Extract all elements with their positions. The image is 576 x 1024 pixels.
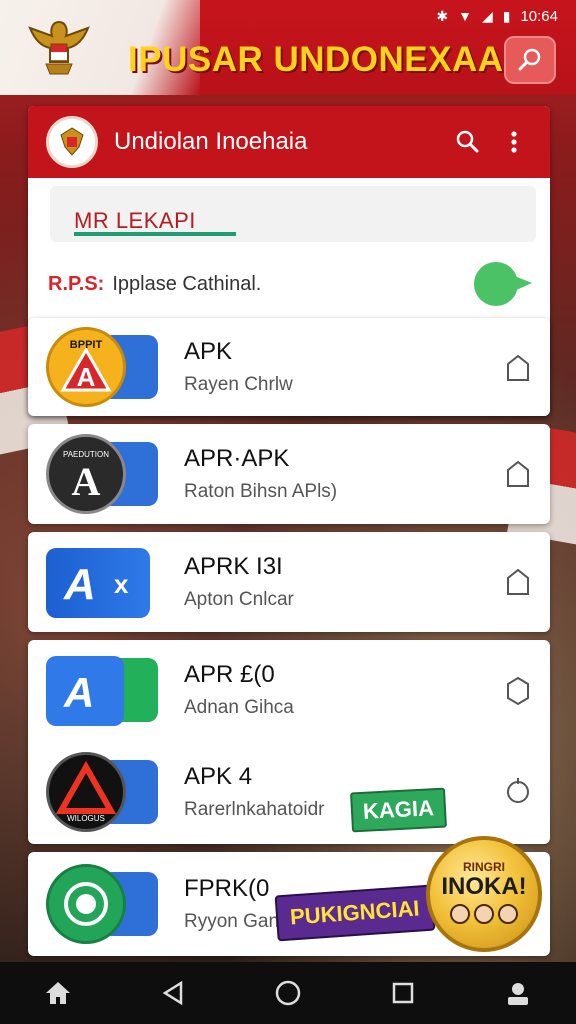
search-value: MR LEKAPI: [74, 208, 196, 233]
header-search-button[interactable]: [450, 124, 486, 160]
list-item-subtitle: Raton Bihsn APls): [184, 481, 338, 502]
app-icon: A BPPIT: [46, 327, 164, 407]
list-item[interactable]: A APR £(0 Adnan Gihca: [28, 640, 550, 740]
garuda-emblem-icon: [22, 16, 96, 82]
list-item-subtitle: Apton Cnlcar: [184, 589, 294, 610]
circle-icon: [275, 980, 301, 1006]
list-item[interactable]: A BPPIT APK Rayen Chrlw: [28, 318, 550, 416]
hint-prefix: R.P.S:: [48, 272, 105, 295]
share-button[interactable]: [504, 352, 536, 388]
svg-text:A: A: [72, 459, 101, 504]
system-nav-bar: [0, 962, 576, 1024]
list-group: A APR £(0 Adnan Gihca WILOGUS APK 4 Rare…: [28, 640, 550, 844]
letter-a-icon: WILOGUS: [55, 760, 117, 823]
list-item-subtitle: Rayen Chrlw: [184, 374, 293, 395]
search-icon: [456, 130, 479, 153]
top-banner: IPUSAR UNDONEXAA ✱ ▼ ◢ ▮ 10:64: [0, 0, 576, 95]
more-vertical-icon: [511, 131, 517, 153]
list-item-title: APR·APK: [184, 445, 290, 472]
share-icon: [507, 460, 529, 487]
svg-text:WILOGUS: WILOGUS: [67, 814, 105, 823]
home-circle-button[interactable]: [268, 973, 308, 1013]
app-icon: A x: [46, 542, 164, 622]
chat-fab-button[interactable]: [472, 259, 534, 309]
back-triangle-icon: [162, 980, 183, 1006]
letter-a-icon: PAEDUTION A: [63, 450, 109, 504]
status-time: 10:64: [520, 7, 558, 25]
hint-row: R.P.S: Ipplase Cathinal.: [28, 242, 550, 312]
promo-coin-badge[interactable]: RINGRI INOKA!: [426, 836, 542, 952]
app-icon: PAEDUTION A: [46, 434, 164, 514]
letter-a-x-icon: A x: [63, 560, 129, 609]
home-button[interactable]: [38, 973, 78, 1013]
svg-text:BPPIT: BPPIT: [70, 339, 103, 351]
list-item-title: APR £(0: [184, 661, 275, 688]
person-icon: [508, 983, 529, 1005]
app-header: Undiolan Inoehaia: [28, 106, 550, 178]
share-button[interactable]: [504, 566, 536, 602]
coin-faces: [430, 904, 538, 924]
list-item-title: APK: [184, 338, 233, 365]
status-bar: ✱ ▼ ◢ ▮ 10:64: [436, 6, 558, 26]
face-icon: [474, 904, 494, 924]
letter-a-icon: A: [63, 669, 94, 716]
search-underline: [74, 232, 236, 236]
svg-text:x: x: [114, 569, 129, 599]
back-button[interactable]: [153, 973, 193, 1013]
svg-text:PAEDUTION: PAEDUTION: [63, 450, 109, 459]
list-item[interactable]: PAEDUTION A APR·APK Raton Bihsn APls): [28, 424, 550, 524]
banner-search-button[interactable]: [504, 36, 556, 84]
share-icon: [507, 568, 529, 595]
more-options-button[interactable]: [496, 124, 532, 160]
bluetooth-icon: ✱: [436, 7, 449, 24]
svg-text:A: A: [77, 362, 96, 392]
share-icon: [507, 778, 529, 803]
svg-text:A: A: [63, 669, 94, 716]
list-item-title: APRK I3I: [184, 553, 283, 580]
app-logo: [46, 116, 98, 168]
chat-bubble-icon: [474, 262, 532, 306]
battery-icon: ▮: [502, 7, 511, 24]
garuda-logo-icon: [60, 127, 84, 156]
svg-text:A: A: [63, 560, 96, 609]
search-icon: [518, 48, 541, 71]
face-icon: [498, 904, 518, 924]
wifi-icon: ▼: [458, 8, 472, 24]
recents-button[interactable]: [383, 973, 423, 1013]
share-icon: [507, 354, 529, 381]
app-icon: A: [46, 650, 164, 730]
coin-main-text: INOKA!: [441, 873, 527, 900]
emblem-icon: [64, 882, 108, 926]
signal-icon: ◢: [481, 7, 493, 24]
banner-title: IPUSAR UNDONEXAA: [128, 40, 504, 79]
face-icon: [450, 904, 470, 924]
search-input[interactable]: MR LEKAPI: [50, 186, 536, 242]
app-title: Undiolan Inoehaia: [114, 128, 308, 155]
profile-button[interactable]: [498, 973, 538, 1013]
home-icon: [45, 982, 70, 1004]
coin-top-text: RINGRI: [463, 860, 505, 874]
list-item-subtitle: Adnan Gihca: [184, 697, 294, 718]
promo-badge-green: KAGIA: [350, 787, 447, 833]
share-icon: [507, 676, 529, 706]
hint-text: Ipplase Cathinal.: [112, 272, 262, 295]
app-icon: WILOGUS: [46, 752, 164, 832]
share-button[interactable]: [504, 774, 536, 810]
share-button[interactable]: [504, 458, 536, 494]
app-icon: [46, 864, 164, 944]
share-button[interactable]: [504, 674, 536, 710]
square-icon: [392, 982, 414, 1004]
list-item[interactable]: A x APRK I3I Apton Cnlcar: [28, 532, 550, 632]
list-item-title: APK 4: [184, 763, 253, 790]
list-item[interactable]: WILOGUS APK 4 Rarerlnkahatoidr KAGIA: [28, 740, 550, 844]
letter-a-icon: A BPPIT: [60, 339, 112, 392]
